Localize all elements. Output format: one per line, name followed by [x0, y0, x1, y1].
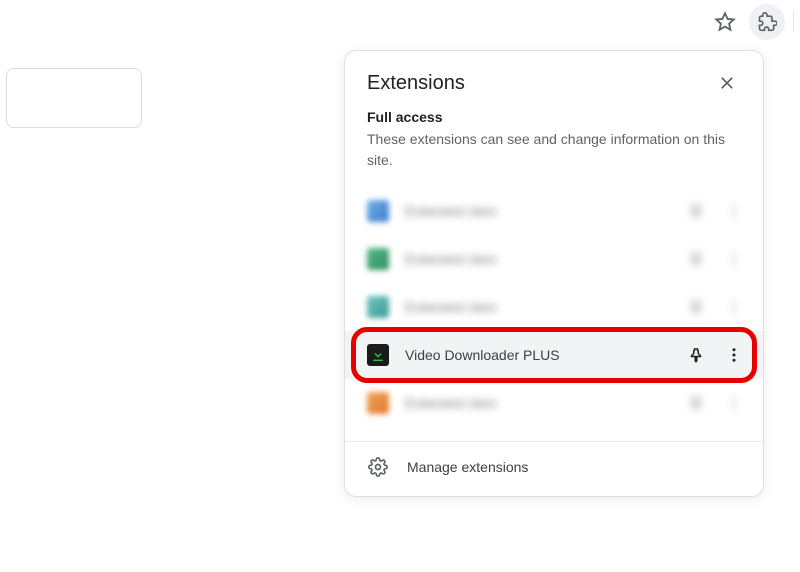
more-vertical-icon	[726, 395, 742, 411]
extension-name: Extension item	[405, 251, 681, 267]
pin-icon	[688, 203, 704, 219]
extension-name: Video Downloader PLUS	[405, 347, 681, 363]
extension-item-highlighted[interactable]: Video Downloader PLUS	[345, 331, 763, 379]
extension-name: Extension item	[405, 203, 681, 219]
close-button[interactable]	[713, 69, 741, 97]
pin-button[interactable]	[681, 196, 711, 226]
close-icon	[718, 74, 736, 92]
more-vertical-icon	[726, 299, 742, 315]
extension-actions	[681, 388, 749, 418]
pin-button[interactable]	[681, 292, 711, 322]
extension-icon	[367, 200, 389, 222]
extensions-button[interactable]	[749, 4, 785, 40]
page-input-box[interactable]	[6, 68, 142, 128]
extension-name: Extension item	[405, 395, 681, 411]
manage-extensions-row[interactable]: Manage extensions	[345, 442, 763, 496]
extension-icon	[367, 392, 389, 414]
more-button[interactable]	[719, 340, 749, 370]
star-icon	[714, 11, 736, 33]
extension-actions	[681, 244, 749, 274]
manage-extensions-label: Manage extensions	[407, 459, 528, 475]
extension-item[interactable]: Extension item	[345, 379, 763, 427]
popup-title: Extensions	[367, 72, 465, 95]
pin-button[interactable]	[681, 244, 711, 274]
access-label: Full access	[367, 109, 741, 125]
extension-actions	[681, 196, 749, 226]
extension-actions	[681, 292, 749, 322]
pin-button[interactable]	[681, 388, 711, 418]
pin-button[interactable]	[681, 340, 711, 370]
access-description: These extensions can see and change info…	[367, 129, 741, 171]
extension-icon	[367, 296, 389, 318]
popup-header: Extensions	[345, 51, 763, 105]
extension-item[interactable]: Extension item	[345, 187, 763, 235]
pin-icon	[688, 395, 704, 411]
more-button[interactable]	[719, 244, 749, 274]
extension-list: Extension item Extension item	[345, 179, 763, 427]
pin-icon	[688, 251, 704, 267]
extension-icon	[367, 344, 389, 366]
gear-icon	[367, 456, 389, 478]
more-vertical-icon	[725, 346, 743, 364]
more-vertical-icon	[726, 251, 742, 267]
toolbar-divider	[793, 12, 794, 32]
pin-icon	[687, 346, 705, 364]
bookmark-star-button[interactable]	[707, 4, 743, 40]
more-button[interactable]	[719, 292, 749, 322]
puzzle-icon	[757, 12, 777, 32]
extension-icon	[367, 248, 389, 270]
more-button[interactable]	[719, 388, 749, 418]
more-button[interactable]	[719, 196, 749, 226]
extension-item[interactable]: Extension item	[345, 283, 763, 331]
extension-item[interactable]: Extension item	[345, 235, 763, 283]
more-vertical-icon	[726, 203, 742, 219]
download-arrow-icon	[370, 347, 386, 363]
access-section: Full access These extensions can see and…	[345, 105, 763, 179]
extension-actions	[681, 340, 749, 370]
extension-name: Extension item	[405, 299, 681, 315]
extensions-popup: Extensions Full access These extensions …	[344, 50, 764, 497]
pin-icon	[688, 299, 704, 315]
browser-toolbar	[707, 0, 800, 44]
